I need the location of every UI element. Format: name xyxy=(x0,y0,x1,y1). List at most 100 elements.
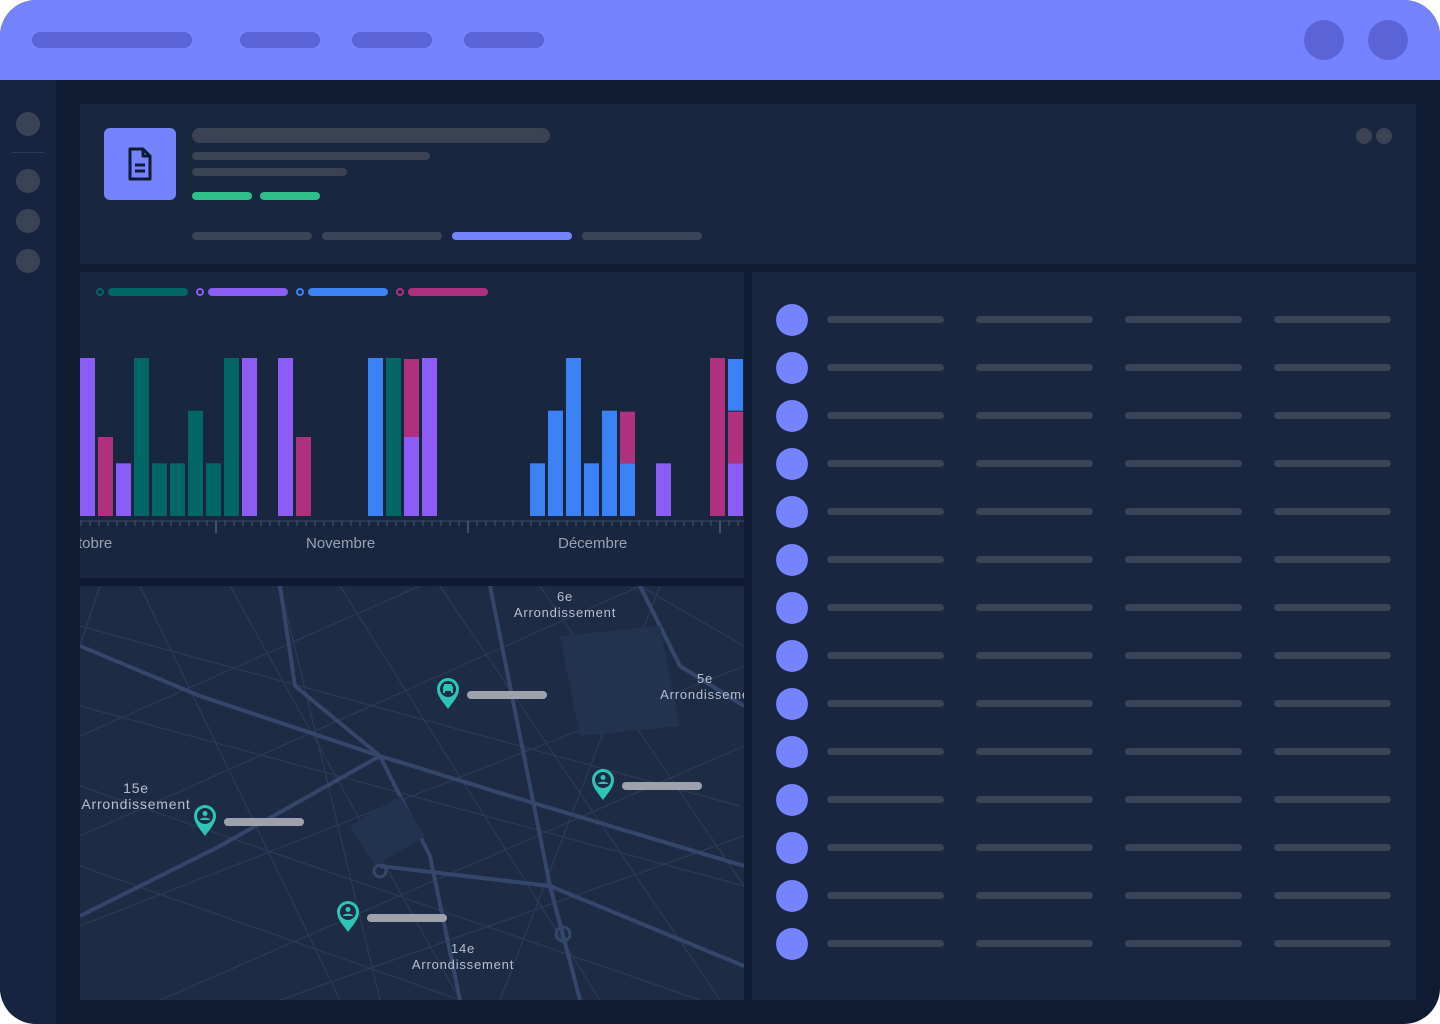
list-item-cell-1 xyxy=(827,364,944,371)
tab-4[interactable] xyxy=(582,232,702,240)
chart-bar-3-segment-0[interactable] xyxy=(134,358,149,516)
list-item-cell-4 xyxy=(1274,892,1391,899)
list-item[interactable] xyxy=(752,544,1416,576)
chart-bar-12-segment-0[interactable] xyxy=(296,437,311,516)
list-item-cell-1 xyxy=(827,700,944,707)
list-item-avatar xyxy=(776,928,808,960)
list-item[interactable] xyxy=(752,880,1416,912)
chart-bar-36-segment-0[interactable] xyxy=(728,463,743,516)
chart-bar-25-segment-0[interactable] xyxy=(530,463,545,516)
chart-bar-35-segment-0[interactable] xyxy=(710,358,725,516)
list-item-cell-3 xyxy=(1125,364,1242,371)
map-pin-person-1-label xyxy=(622,782,702,790)
list-item[interactable] xyxy=(752,928,1416,960)
avatar[interactable] xyxy=(1368,20,1408,60)
nav-item-1[interactable] xyxy=(240,32,320,48)
nav-item-3[interactable] xyxy=(464,32,544,48)
chart-bar-17-segment-0[interactable] xyxy=(386,358,401,516)
chart-bar-11-segment-0[interactable] xyxy=(278,358,293,516)
list-item-avatar xyxy=(776,832,808,864)
list-item-cell-4 xyxy=(1274,700,1391,707)
list-item-cell-4 xyxy=(1274,412,1391,419)
chart-bar-28-segment-0[interactable] xyxy=(584,463,599,516)
list-item[interactable] xyxy=(752,784,1416,816)
list-item-cell-2 xyxy=(976,460,1093,467)
list-item-cell-1 xyxy=(827,844,944,851)
tag-2 xyxy=(260,192,320,200)
map-label-6e-number: 6e xyxy=(556,589,574,604)
chart-bar-19-segment-0[interactable] xyxy=(422,358,437,516)
tab-2[interactable] xyxy=(322,232,442,240)
tab-1[interactable] xyxy=(192,232,312,240)
chart-bar-8-segment-0[interactable] xyxy=(224,358,239,516)
chart-bar-29-segment-0[interactable] xyxy=(602,410,617,516)
list-item-avatar xyxy=(776,448,808,480)
list-item-cell-3 xyxy=(1125,460,1242,467)
list-item-cell-2 xyxy=(976,652,1093,659)
list-item[interactable] xyxy=(752,640,1416,672)
chart-bar-26-segment-0[interactable] xyxy=(548,410,563,516)
map-panel[interactable]: 6e Arrondissement 5e Arrondisseme 15e Ar… xyxy=(80,586,744,1000)
list-item-cell-4 xyxy=(1274,748,1391,755)
notification-button[interactable] xyxy=(1304,20,1344,60)
chart-bar-30-segment-0[interactable] xyxy=(620,463,635,516)
chart-bar-16-segment-0[interactable] xyxy=(368,358,383,516)
chart-bar-36-segment-2[interactable] xyxy=(728,359,743,411)
chart-bar-1-segment-0[interactable] xyxy=(98,437,113,516)
list-item-cell-1 xyxy=(827,460,944,467)
chart-bar-32-segment-0[interactable] xyxy=(656,463,671,516)
list-item-avatar xyxy=(776,592,808,624)
list-item-avatar xyxy=(776,736,808,768)
list-item-cell-3 xyxy=(1125,748,1242,755)
sidebar-item-2[interactable] xyxy=(16,209,40,233)
list-item[interactable] xyxy=(752,448,1416,480)
list-item-cell-2 xyxy=(976,700,1093,707)
list-item-cell-3 xyxy=(1125,652,1242,659)
list-item[interactable] xyxy=(752,496,1416,528)
map-pin-car-label xyxy=(467,691,547,699)
chart-bar-27-segment-0[interactable] xyxy=(566,358,581,516)
sidebar-item-home[interactable] xyxy=(16,112,40,136)
chart-bar-18-segment-1[interactable] xyxy=(404,359,419,437)
list-item[interactable] xyxy=(752,592,1416,624)
list-item-cell-3 xyxy=(1125,700,1242,707)
list-item-cell-2 xyxy=(976,844,1093,851)
detail-header-card xyxy=(80,104,1416,264)
sidebar-item-3[interactable] xyxy=(16,249,40,273)
chart-bar-2-segment-0[interactable] xyxy=(116,463,131,516)
list-item[interactable] xyxy=(752,352,1416,384)
chart-bar-18-segment-0[interactable] xyxy=(404,437,419,516)
chart-bar-5-segment-0[interactable] xyxy=(170,463,185,516)
top-bar xyxy=(0,0,1440,80)
map-pin-person-2[interactable] xyxy=(193,805,217,837)
nav-item-2[interactable] xyxy=(352,32,432,48)
list-item-cell-3 xyxy=(1125,412,1242,419)
sidebar-item-1[interactable] xyxy=(16,169,40,193)
list-item-cell-2 xyxy=(976,940,1093,947)
chart-bar-30-segment-1[interactable] xyxy=(620,411,635,464)
chart-bar-0-segment-0[interactable] xyxy=(80,358,95,516)
list-item-avatar xyxy=(776,544,808,576)
more-options-button[interactable] xyxy=(1356,128,1392,144)
list-item[interactable] xyxy=(752,304,1416,336)
tab-3-active[interactable] xyxy=(452,232,572,240)
list-item[interactable] xyxy=(752,688,1416,720)
list-item-cell-4 xyxy=(1274,604,1391,611)
chart-bar-36-segment-1[interactable] xyxy=(728,411,743,464)
map-label-6e-name: Arrondissement xyxy=(513,605,617,620)
list-item[interactable] xyxy=(752,400,1416,432)
list-item[interactable] xyxy=(752,736,1416,768)
list-item-cell-2 xyxy=(976,796,1093,803)
chart-bar-7-segment-0[interactable] xyxy=(206,463,221,516)
map-pin-car[interactable] xyxy=(436,678,460,710)
map-pin-person-1[interactable] xyxy=(591,769,615,801)
chart-bar-6-segment-0[interactable] xyxy=(188,410,203,516)
list-item-cell-1 xyxy=(827,796,944,803)
list-item-cell-3 xyxy=(1125,508,1242,515)
map-pin-person-3[interactable] xyxy=(336,901,360,933)
document-icon xyxy=(128,147,152,181)
list-item[interactable] xyxy=(752,832,1416,864)
chart-bar-4-segment-0[interactable] xyxy=(152,463,167,516)
chart-bar-9-segment-0[interactable] xyxy=(242,358,257,516)
list-item-cell-3 xyxy=(1125,892,1242,899)
